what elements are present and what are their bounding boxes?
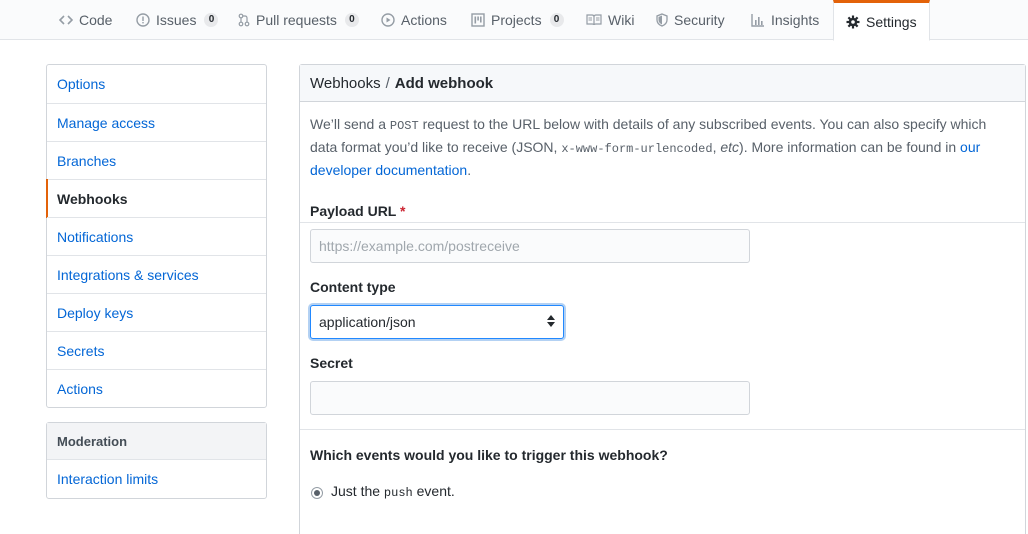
tab-label: Actions (401, 12, 447, 28)
content-type-label: Content type (310, 279, 396, 295)
tab-pull-requests[interactable]: Pull requests 0 (238, 0, 359, 40)
intro-part: We’ll send a (310, 116, 390, 132)
sidebar-item-actions[interactable]: Actions (47, 369, 266, 407)
sidebar-item-manage-access[interactable]: Manage access (47, 103, 266, 141)
tab-security[interactable]: Security (656, 0, 725, 40)
sidebar-item-webhooks[interactable]: Webhooks (46, 179, 266, 218)
tab-label: Projects (491, 12, 542, 28)
project-icon (471, 13, 485, 27)
repo-nav: Code Issues 0 Pull requests 0 Actions Pr… (0, 0, 1028, 41)
tab-label: Settings (866, 13, 917, 30)
breadcrumb: Webhooks / Add webhook (300, 65, 1025, 102)
sidebar-item-integrations[interactable]: Integrations & services (47, 255, 266, 293)
sidebar-item-interaction-limits[interactable]: Interaction limits (47, 460, 266, 498)
pull-requests-counter: 0 (344, 13, 359, 27)
tab-label: Security (674, 12, 725, 28)
intro-text: We’ll send a POST request to the URL bel… (300, 102, 1025, 223)
tab-wiki[interactable]: Wiki (586, 0, 634, 40)
push-event-radio[interactable] (311, 487, 323, 499)
sidebar-item-branches[interactable]: Branches (47, 141, 266, 179)
tab-settings[interactable]: Settings (833, 0, 930, 41)
breadcrumb-separator: / (385, 74, 390, 92)
push-event-option-label: Just the push event. (331, 483, 455, 500)
sidebar-item-options[interactable]: Options (47, 65, 266, 103)
tab-actions[interactable]: Actions (381, 0, 447, 40)
secret-input[interactable] (310, 381, 750, 415)
payload-url-label: Payload URL * (310, 203, 405, 219)
gear-icon (846, 15, 860, 28)
tab-projects[interactable]: Projects 0 (471, 0, 564, 40)
tab-label: Wiki (608, 12, 635, 28)
payload-url-label-text: Payload URL (310, 203, 397, 219)
secret-label: Secret (310, 355, 353, 371)
select-arrows-icon (547, 315, 555, 327)
intro-part: ). More information can be found in (739, 139, 961, 155)
tab-label: Issues (156, 12, 197, 28)
tab-insights[interactable]: Insights (751, 0, 819, 40)
play-icon (381, 13, 395, 27)
content-type-value: application/json (319, 314, 416, 330)
section-divider (300, 429, 1025, 430)
intro-code-urlencoded: x-www-form-urlencoded (561, 142, 713, 156)
required-mark: * (400, 203, 406, 219)
tab-issues[interactable]: Issues 0 (136, 0, 219, 40)
tab-code[interactable]: Code (59, 0, 112, 40)
events-question: Which events would you like to trigger t… (310, 447, 668, 463)
option-text: Just the (331, 483, 384, 499)
pull-request-icon (238, 13, 250, 27)
option-text: event. (412, 483, 455, 499)
tab-label: Pull requests (256, 12, 337, 28)
option-code-push: push (383, 486, 413, 500)
tab-label: Code (79, 12, 113, 28)
content-type-select[interactable]: application/json (310, 305, 564, 339)
page-title: Add webhook (394, 74, 494, 92)
intro-part: . (467, 162, 472, 178)
settings-menu: Options Manage access Branches Webhooks … (46, 64, 267, 408)
projects-counter: 0 (549, 13, 564, 27)
shield-icon (656, 13, 668, 27)
tab-label: Insights (771, 12, 820, 28)
sidebar-item-deploy-keys[interactable]: Deploy keys (47, 293, 266, 331)
intro-code-post: POST (389, 119, 419, 133)
sidebar-item-notifications[interactable]: Notifications (47, 217, 266, 255)
graph-icon (751, 14, 764, 27)
intro-etc: etc (720, 139, 740, 155)
issue-icon (136, 13, 150, 27)
code-icon (59, 15, 73, 25)
issues-counter: 0 (204, 13, 219, 27)
add-webhook-box: Webhooks / Add webhook We’ll send a POST… (299, 64, 1026, 534)
payload-url-input[interactable] (310, 229, 750, 263)
moderation-heading: Moderation (47, 423, 266, 460)
moderation-menu: Moderation Interaction limits (46, 422, 267, 499)
book-icon (586, 14, 602, 26)
breadcrumb-webhooks-link[interactable]: Webhooks (310, 75, 381, 92)
sidebar-item-secrets[interactable]: Secrets (47, 331, 266, 369)
